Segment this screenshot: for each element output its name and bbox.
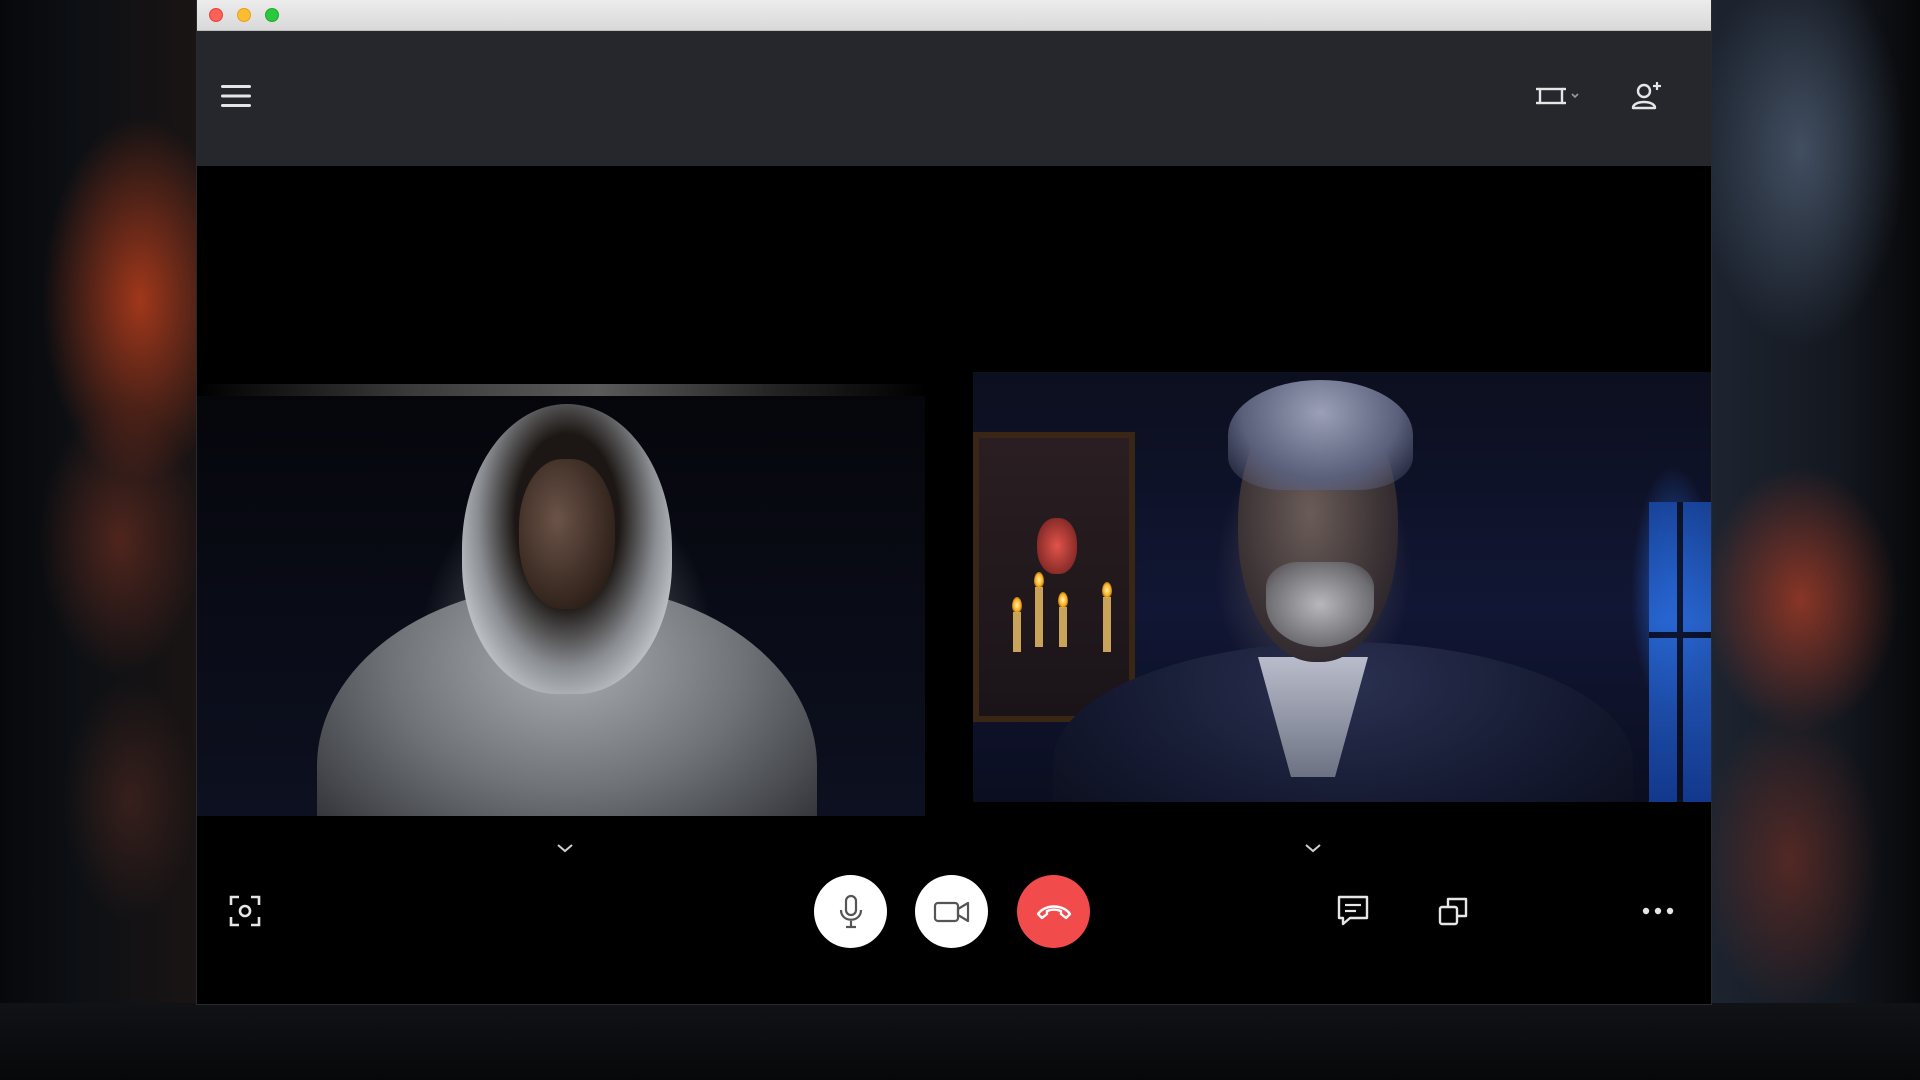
video-call-window <box>197 0 1711 1004</box>
window-close-button[interactable] <box>209 8 223 22</box>
participant-beard <box>1266 562 1374 647</box>
end-call-icon <box>1036 904 1071 919</box>
layout-view-button[interactable] <box>1531 77 1587 115</box>
candle <box>1103 597 1111 652</box>
microphone-icon <box>839 894 862 928</box>
layout-view-icon <box>1536 87 1579 105</box>
background-window <box>1649 502 1711 802</box>
chevron-down-icon <box>1305 844 1321 853</box>
candle <box>1013 612 1021 652</box>
background-portrait-frame <box>973 432 1135 722</box>
wallpaper-bottom-strip <box>0 1003 1920 1080</box>
camera-button[interactable] <box>915 875 988 948</box>
screenshot-button[interactable] <box>225 891 265 931</box>
call-header <box>197 31 1711 166</box>
wallpaper-right-panel <box>1711 0 1920 1080</box>
add-participant-icon <box>1631 82 1661 110</box>
window-zoom-button[interactable] <box>265 8 279 22</box>
add-participant-button[interactable] <box>1627 77 1667 115</box>
candle-flame <box>1102 582 1112 598</box>
participant-face <box>519 459 615 609</box>
pop-out-icon <box>1438 897 1468 926</box>
candle <box>1035 587 1043 647</box>
video-stage <box>197 166 1711 1004</box>
chat-icon <box>1337 895 1369 926</box>
chevron-down-icon <box>557 844 573 853</box>
microphone-button[interactable] <box>814 875 887 948</box>
chat-button[interactable] <box>1333 891 1373 931</box>
more-options-icon <box>1642 907 1674 915</box>
window-minimize-button[interactable] <box>237 8 251 22</box>
portrait-face <box>1037 518 1077 574</box>
candle-flame <box>1012 597 1022 613</box>
wallpaper-left-panel <box>0 0 197 1080</box>
candle-flame <box>1058 592 1068 608</box>
participant-video-tile-2[interactable] <box>973 372 1711 802</box>
window-titlebar[interactable] <box>197 0 1711 31</box>
participant-2-options-toggle[interactable] <box>1301 840 1325 856</box>
candle-flame <box>1034 572 1044 588</box>
participant-hair <box>1228 380 1413 490</box>
video-camera-icon <box>933 901 969 922</box>
end-call-button[interactable] <box>1017 875 1090 948</box>
pop-out-button[interactable] <box>1434 891 1474 931</box>
participant-video-tile-1[interactable] <box>197 384 925 816</box>
tile-top-edge <box>197 384 925 396</box>
screenshot-icon <box>229 895 261 927</box>
hamburger-menu-icon <box>221 85 251 107</box>
candle <box>1059 607 1067 647</box>
more-options-button[interactable] <box>1638 891 1678 931</box>
menu-button[interactable] <box>217 77 255 115</box>
participant-1-options-toggle[interactable] <box>553 840 577 856</box>
